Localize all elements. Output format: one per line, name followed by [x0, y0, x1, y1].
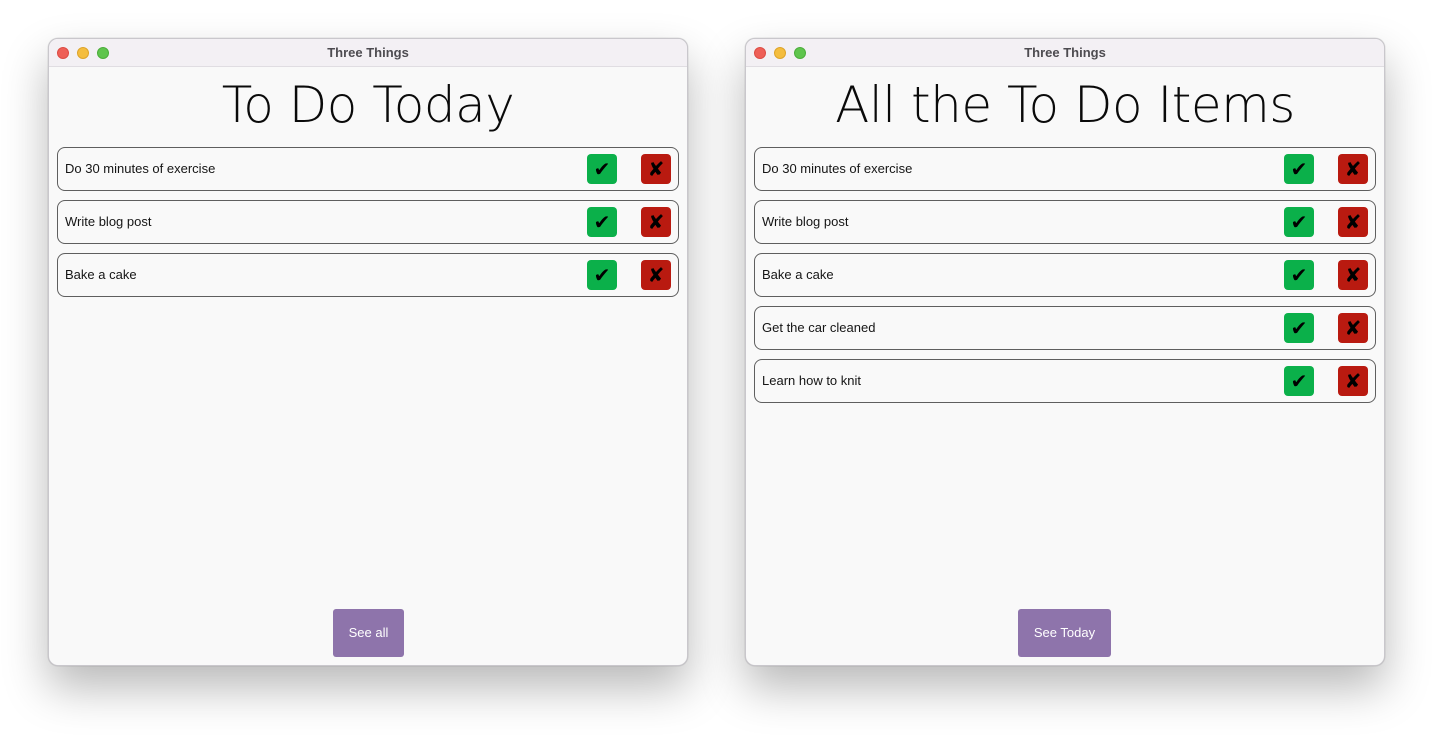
mark-done-button[interactable]: ✔ [1284, 313, 1314, 343]
remove-button[interactable]: ✘ [1338, 154, 1368, 184]
see-today-button[interactable]: See Today [1018, 609, 1111, 657]
cross-icon: ✘ [1344, 369, 1362, 393]
mark-done-button[interactable]: ✔ [1284, 260, 1314, 290]
todo-item-text: Do 30 minutes of exercise [65, 161, 216, 176]
cross-icon: ✘ [1344, 210, 1362, 234]
checkmark-icon: ✔ [1290, 157, 1308, 181]
todo-row: Do 30 minutes of exercise ✔ ✘ [57, 147, 679, 191]
mark-done-button[interactable]: ✔ [587, 154, 617, 184]
todo-item-text: Do 30 minutes of exercise [762, 161, 913, 176]
remove-button[interactable]: ✘ [1338, 207, 1368, 237]
cross-icon: ✘ [647, 263, 665, 287]
cross-icon: ✘ [1344, 157, 1362, 181]
window-title: Three Things [1024, 45, 1106, 60]
todo-row: Write blog post ✔ ✘ [754, 200, 1376, 244]
todo-row: Do 30 minutes of exercise ✔ ✘ [754, 147, 1376, 191]
todo-item-text: Bake a cake [762, 267, 834, 282]
remove-button[interactable]: ✘ [1338, 366, 1368, 396]
todo-item-text: Get the car cleaned [762, 320, 876, 335]
checkmark-icon: ✔ [593, 157, 611, 181]
todo-row: Get the car cleaned ✔ ✘ [754, 306, 1376, 350]
todo-item-text: Learn how to knit [762, 373, 862, 388]
mark-done-button[interactable]: ✔ [1284, 154, 1314, 184]
window-title: Three Things [327, 45, 409, 60]
todo-item-text: Write blog post [762, 214, 849, 229]
title-bar[interactable]: Three Things [49, 39, 687, 67]
remove-button[interactable]: ✘ [641, 260, 671, 290]
mark-done-button[interactable]: ✔ [587, 207, 617, 237]
remove-button[interactable]: ✘ [641, 154, 671, 184]
todo-row: Write blog post ✔ ✘ [57, 200, 679, 244]
todo-row: Bake a cake ✔ ✘ [754, 253, 1376, 297]
title-bar[interactable]: Three Things [746, 39, 1384, 67]
checkmark-icon: ✔ [1290, 316, 1308, 340]
remove-button[interactable]: ✘ [1338, 260, 1368, 290]
todo-item-text: Bake a cake [65, 267, 137, 282]
window-all-to-do-items: Three Things All the To Do Items Do 30 m… [745, 38, 1385, 666]
cross-icon: ✘ [647, 210, 665, 234]
remove-button[interactable]: ✘ [641, 207, 671, 237]
todo-row: Learn how to knit ✔ ✘ [754, 359, 1376, 403]
checkmark-icon: ✔ [593, 210, 611, 234]
todo-list: Do 30 minutes of exercise ✔ ✘ Write blog… [57, 147, 679, 306]
mark-done-button[interactable]: ✔ [1284, 366, 1314, 396]
window-to-do-today: Three Things To Do Today Do 30 minutes o… [48, 38, 688, 666]
page-heading: All the To Do Items [835, 76, 1295, 134]
cross-icon: ✘ [1344, 316, 1362, 340]
todo-row: Bake a cake ✔ ✘ [57, 253, 679, 297]
todo-list: Do 30 minutes of exercise ✔ ✘ Write blog… [754, 147, 1376, 412]
cross-icon: ✘ [1344, 263, 1362, 287]
checkmark-icon: ✔ [1290, 369, 1308, 393]
checkmark-icon: ✔ [1290, 263, 1308, 287]
mark-done-button[interactable]: ✔ [587, 260, 617, 290]
see-all-button[interactable]: See all [333, 609, 404, 657]
remove-button[interactable]: ✘ [1338, 313, 1368, 343]
cross-icon: ✘ [647, 157, 665, 181]
mark-done-button[interactable]: ✔ [1284, 207, 1314, 237]
checkmark-icon: ✔ [593, 263, 611, 287]
checkmark-icon: ✔ [1290, 210, 1308, 234]
page-heading: To Do Today [221, 76, 515, 134]
todo-item-text: Write blog post [65, 214, 152, 229]
